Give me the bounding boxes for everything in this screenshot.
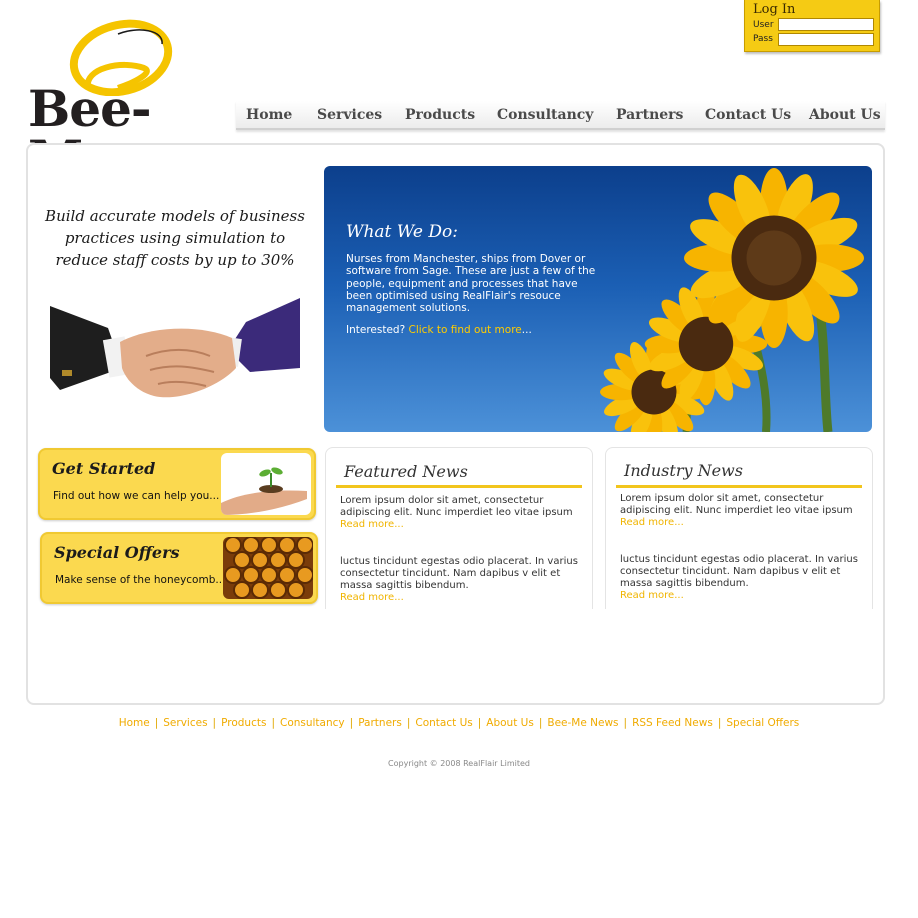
tagline: Build accurate models of business practi…: [40, 205, 310, 271]
seedling-hand-image: [221, 453, 311, 515]
footer-link-special-offers[interactable]: Special Offers: [726, 717, 799, 729]
honeycomb-image: [223, 537, 313, 599]
promo-subtitle-special-offers: Make sense of the honeycomb...: [55, 574, 226, 586]
industry-news-text: Lorem ipsum dolor sit amet, consectetur …: [620, 493, 853, 516]
footer-separator: |: [271, 717, 275, 729]
hero-title: What We Do:: [346, 222, 458, 242]
tagline-line-3: reduce staff costs by up to 30%: [55, 251, 295, 269]
footer-link-rss-feed-news[interactable]: RSS Feed News: [632, 717, 713, 729]
featured-news-text: Lorem ipsum dolor sit amet, consectetur …: [340, 495, 573, 518]
hero-cta: Interested? Click to find out more...: [346, 324, 532, 336]
handshake-image: [50, 298, 300, 398]
footer-link-services[interactable]: Services: [163, 717, 207, 729]
featured-news-title: Featured News: [344, 462, 468, 481]
hero-banner: What We Do: Nurses from Manchester, ship…: [324, 166, 872, 432]
industry-news-panel: Industry News Lorem ipsum dolor sit amet…: [605, 447, 873, 609]
hero-cta-prefix: Interested?: [346, 324, 406, 336]
nav-home[interactable]: Home: [246, 107, 292, 123]
hero-cta-suffix: ...: [521, 324, 532, 336]
footer-nav: Home | Services | Products | Consultancy | Partn…: [0, 717, 918, 729]
industry-news-divider: [616, 485, 862, 488]
industry-news-read-more[interactable]: Read more...: [620, 517, 866, 529]
footer-link-contact-us[interactable]: Contact Us: [415, 717, 472, 729]
industry-news-title: Industry News: [624, 461, 743, 480]
get-started-box[interactable]: Get Started Find out how we can help you…: [38, 448, 316, 520]
footer-link-bee-me-news[interactable]: Bee-Me News: [547, 717, 618, 729]
special-offers-box[interactable]: Special Offers Make sense of the honeyco…: [40, 532, 318, 604]
footer-separator: |: [623, 717, 628, 729]
user-input[interactable]: [778, 18, 874, 31]
featured-news-read-more[interactable]: Read more...: [340, 592, 586, 604]
nav-contact-us[interactable]: Contact Us: [705, 107, 791, 123]
hero-cta-link[interactable]: Click to find out more: [409, 324, 522, 336]
pass-input[interactable]: [778, 33, 874, 46]
footer-separator: |: [154, 717, 159, 729]
industry-news-read-more[interactable]: Read more...: [620, 590, 866, 602]
promo-subtitle-get-started: Find out how we can help you...: [53, 490, 220, 502]
copyright: Copyright © 2008 RealFlair Limited: [388, 759, 530, 768]
nav-about-us[interactable]: About Us: [809, 107, 881, 123]
footer-link-about-us[interactable]: About Us: [486, 717, 534, 729]
featured-news-item: luctus tincidunt egestas odio placerat. …: [340, 556, 586, 604]
footer-link-partners[interactable]: Partners: [358, 717, 402, 729]
user-label: User: [753, 20, 774, 30]
footer-separator: |: [212, 717, 217, 729]
tagline-line-1: Build accurate models of business: [45, 207, 305, 225]
login-box: Log In User Pass: [744, 0, 880, 52]
promo-title-special-offers: Special Offers: [54, 543, 180, 562]
footer-separator: |: [477, 717, 482, 729]
footer-link-consultancy[interactable]: Consultancy: [280, 717, 345, 729]
featured-news-divider: [336, 485, 582, 488]
footer-separator: |: [406, 717, 411, 729]
industry-news-item: luctus tincidunt egestas odio placerat. …: [620, 554, 866, 602]
nav-services[interactable]: Services: [317, 107, 382, 123]
industry-news-item: Lorem ipsum dolor sit amet, consectetur …: [620, 493, 866, 529]
featured-news-item: Lorem ipsum dolor sit amet, consectetur …: [340, 495, 586, 531]
sunflowers-image: [600, 168, 864, 432]
industry-news-text: luctus tincidunt egestas odio placerat. …: [620, 554, 858, 589]
nav-consultancy[interactable]: Consultancy: [497, 107, 593, 123]
footer-link-products[interactable]: Products: [221, 717, 266, 729]
hero-text: Nurses from Manchester, ships from Dover…: [346, 253, 596, 315]
featured-news-text: luctus tincidunt egestas odio placerat. …: [340, 556, 578, 591]
promo-title-get-started: Get Started: [52, 459, 156, 478]
featured-news-read-more[interactable]: Read more...: [340, 519, 586, 531]
footer-separator: |: [717, 717, 722, 729]
tagline-line-2: practices using simulation to: [64, 229, 286, 247]
main-nav: Home Services Products Consultancy Partn…: [236, 101, 885, 130]
footer-separator: |: [538, 717, 543, 729]
nav-partners[interactable]: Partners: [616, 107, 683, 123]
footer-link-home[interactable]: Home: [119, 717, 150, 729]
featured-news-panel: Featured News Lorem ipsum dolor sit amet…: [325, 447, 593, 609]
bee-me-logo[interactable]: Bee-Me: [26, 16, 226, 184]
footer-separator: |: [349, 717, 354, 729]
nav-products[interactable]: Products: [405, 107, 475, 123]
login-title: Log In: [753, 2, 796, 17]
pass-label: Pass: [753, 34, 773, 44]
